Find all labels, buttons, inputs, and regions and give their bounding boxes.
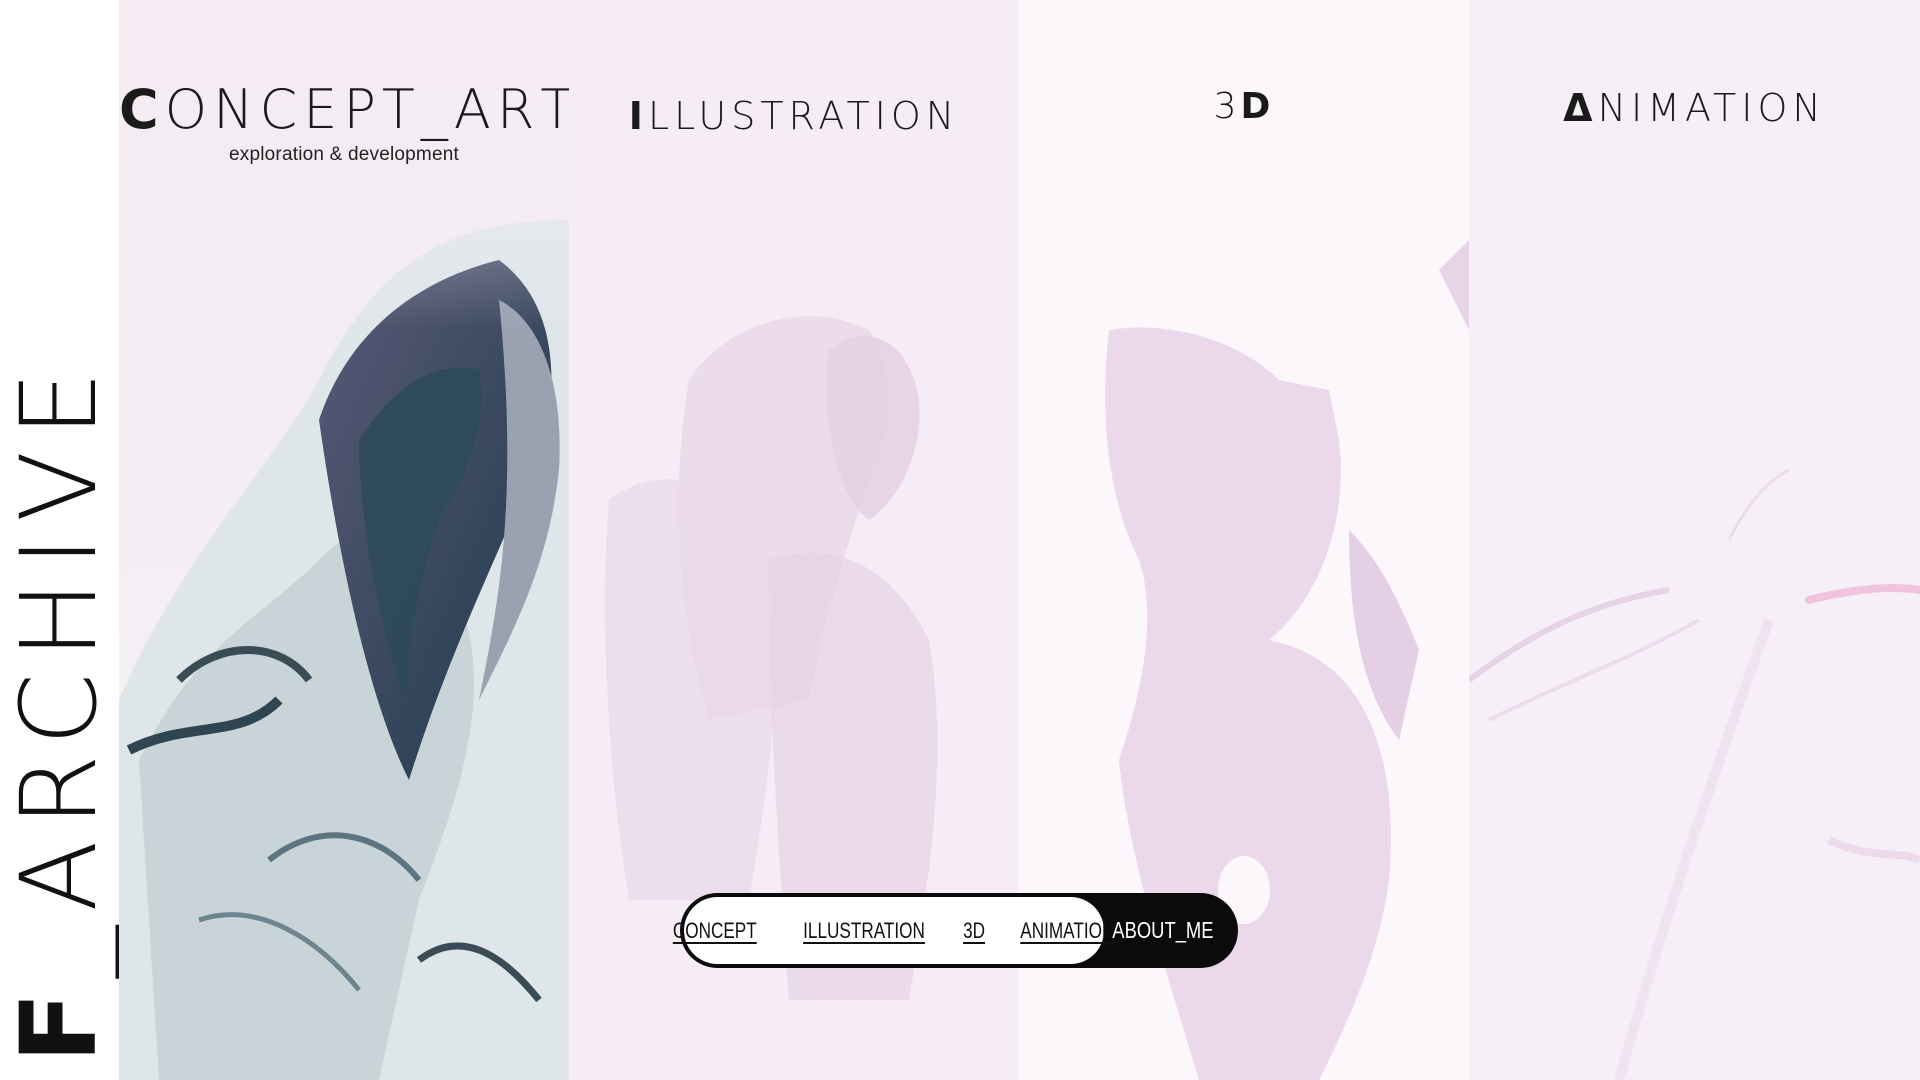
- logo-text: _ARCHIVE: [0, 357, 120, 978]
- title-initial: Δ: [1563, 86, 1598, 130]
- concept-art-subtitle: exploration & development: [229, 144, 459, 165]
- 3d-title[interactable]: 3D: [1019, 86, 1469, 127]
- animation-title[interactable]: ΔNIMATION: [1469, 86, 1920, 130]
- title-initial: C: [119, 78, 165, 141]
- logo-initial: F: [0, 977, 120, 1063]
- title-initial: D: [1240, 86, 1275, 127]
- panel-animation[interactable]: ΔNIMATION: [1469, 0, 1920, 1080]
- main-navigation: CONCEPT ILLUSTRATION 3D ANIMATION ABOUT_…: [673, 893, 1238, 968]
- animation-artwork: [1469, 468, 1920, 1080]
- concept-art-title[interactable]: CONCEPT_ARТ: [119, 78, 569, 141]
- nav-link-about-me[interactable]: ABOUT_ME: [1113, 893, 1214, 968]
- nav-link-concept[interactable]: CONCEPT: [673, 918, 757, 944]
- nav-link-3d[interactable]: 3D: [964, 918, 986, 944]
- nav-links-group: CONCEPT ILLUSTRATION 3D ANIMATION: [673, 897, 1114, 964]
- illustration-title[interactable]: ILLUSTRATION: [569, 94, 1019, 138]
- panel-concept-art[interactable]: CONCEPT_ARТ exploration & development: [119, 0, 569, 1080]
- nav-link-illustration[interactable]: ILLUSTRATION: [804, 918, 926, 944]
- nav-link-animation[interactable]: ANIMATION: [1020, 918, 1114, 944]
- logo-strip: F_ARCHIVE: [0, 0, 120, 1080]
- title-text: 3: [1213, 86, 1241, 127]
- title-text: NIMATION: [1597, 86, 1826, 130]
- title-text: LLUSTRATION: [647, 94, 960, 138]
- site-logo[interactable]: F_ARCHIVE: [0, 357, 120, 1063]
- title-text: ONCEPT_ARТ: [164, 78, 569, 141]
- title-initial: I: [628, 94, 648, 138]
